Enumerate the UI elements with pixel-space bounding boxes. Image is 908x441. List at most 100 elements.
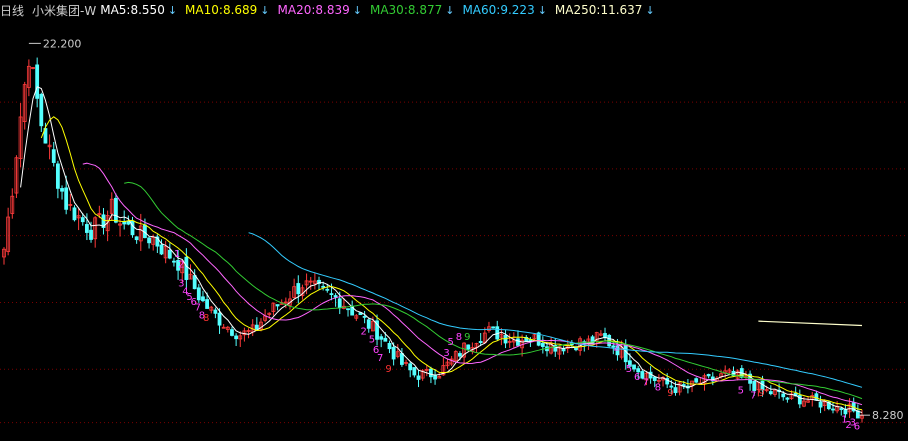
candle-body (466, 344, 471, 350)
candle-body (205, 299, 210, 309)
td-sequence-mark: 6 (634, 372, 640, 383)
td-sequence-mark: 9 (667, 388, 673, 399)
candle-body (408, 363, 413, 371)
td-sequence-mark: 8 (456, 332, 462, 343)
candle-body (72, 207, 77, 221)
candle-body (167, 249, 172, 259)
ma5-line (20, 86, 863, 413)
candle-body (623, 344, 628, 363)
td-sequence-mark: 8 (203, 313, 209, 324)
candle-body (843, 409, 848, 415)
candle-body (516, 338, 520, 346)
td-sequence-mark: 6 (854, 421, 860, 432)
ma60-line (248, 232, 863, 388)
td-sequence-mark: 2 (613, 343, 619, 354)
candle-body (433, 375, 437, 380)
candle-body (383, 337, 388, 342)
candle-body (325, 288, 330, 291)
td-sequence-mark: 7 (377, 353, 383, 364)
high-price-label: 22.200 (43, 37, 82, 50)
candle-body (35, 64, 40, 99)
candle-body (818, 401, 823, 408)
candle-body (84, 224, 89, 233)
td-sequence-mark: 2 (178, 260, 184, 271)
candle-body (366, 319, 371, 329)
candle-body (391, 346, 396, 360)
candle-body (114, 197, 118, 223)
candle-body (230, 329, 234, 336)
candle-body (797, 394, 802, 405)
candle-body (184, 256, 189, 280)
candle-body (706, 374, 711, 377)
candle-body (80, 217, 85, 223)
candle-body (134, 236, 139, 241)
candle-body (839, 408, 844, 411)
ma30-line (124, 181, 863, 400)
candle-body (673, 387, 678, 394)
candle-body (416, 375, 421, 380)
candle-body (329, 293, 334, 296)
candle-body (55, 163, 60, 189)
candle-body (217, 312, 222, 326)
candle-body (785, 397, 790, 400)
td-sequence-mark: 5 (369, 335, 375, 346)
candle-body (478, 341, 483, 344)
candle-body (540, 342, 545, 347)
candle-body (814, 393, 819, 401)
candle-body (831, 408, 835, 411)
candle-body (201, 296, 205, 302)
candle-body (159, 244, 164, 255)
candle-body (652, 376, 657, 381)
candle-body (51, 149, 56, 163)
candle-body (768, 391, 773, 395)
candle-body (458, 353, 462, 357)
candle-body (234, 335, 239, 340)
candle-body (275, 304, 280, 307)
td-sequence-mark: 8 (655, 383, 661, 394)
candlestick-chart: 22.2008.2801234567882567935 8 9256 7 8 9 5 7 912… (0, 37, 908, 432)
candle-body (495, 326, 500, 340)
candle-body (333, 295, 338, 298)
candle-body (694, 378, 699, 383)
td-sequence-mark: 7 (750, 391, 756, 402)
candle-body (362, 315, 367, 318)
candle-body (429, 368, 433, 378)
candle-body (412, 367, 417, 376)
candle-body (172, 260, 176, 263)
candle-body (752, 380, 757, 391)
td-sequence-mark: 2 (360, 327, 366, 338)
ma20-line (82, 162, 863, 406)
td-sequence-mark: 9 (385, 364, 391, 375)
candle-body (632, 364, 636, 370)
candle-body (122, 221, 127, 225)
low-price-label: 8.280 (872, 409, 904, 422)
td-sequence-mark: 1 (174, 249, 180, 260)
candle-body (337, 298, 342, 309)
candle-body (60, 188, 64, 192)
candle-body (346, 308, 350, 311)
candle-body (39, 93, 44, 127)
candle-body (296, 283, 301, 295)
candle-body (192, 275, 197, 290)
candle-body (213, 309, 218, 314)
candle-body (321, 285, 326, 288)
stock-chart-panel: 日线 小米集团-W MA5: 8.550 ↓ MA10: 8.689 ↓ MA20: 8… (0, 0, 908, 441)
td-sequence-mark: 3 (443, 348, 449, 359)
td-sequence-mark: 5 (738, 385, 744, 396)
candle-body (254, 324, 259, 330)
candle-body (64, 187, 69, 210)
candle-body (503, 335, 508, 344)
candle-body (491, 326, 496, 329)
candle-body (196, 287, 201, 301)
candle-body (781, 393, 786, 398)
td-sequence-mark: 5 (626, 364, 632, 375)
candle-body (147, 237, 151, 244)
candle-body (387, 342, 392, 350)
ma250-line (758, 320, 863, 327)
td-sequence-mark: 9 (758, 388, 764, 399)
td-sequence-mark: 5 (448, 337, 454, 348)
candle-body (89, 229, 93, 240)
td-sequence-mark: 7 (642, 377, 648, 388)
td-sequence-mark: 9 (464, 332, 470, 343)
candle-body (400, 353, 404, 365)
